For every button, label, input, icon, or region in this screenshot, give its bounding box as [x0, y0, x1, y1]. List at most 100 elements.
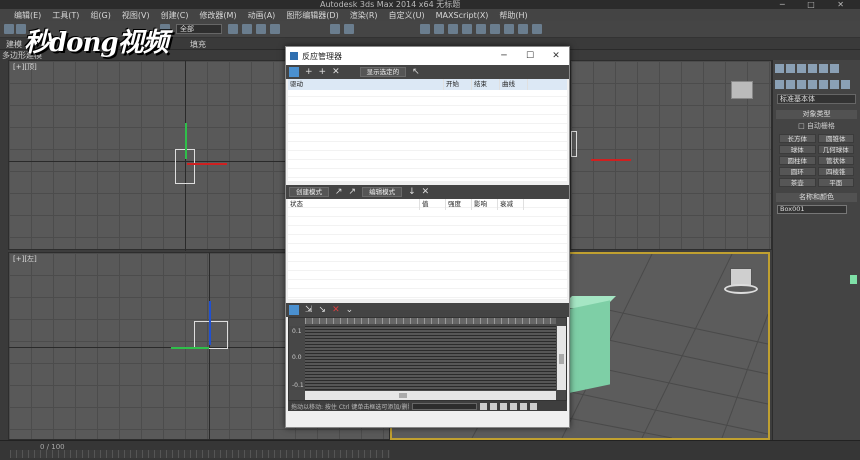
undo-icon[interactable] [4, 24, 14, 34]
curve-horizontal-scrollbar[interactable] [305, 391, 556, 400]
move-icon[interactable] [242, 24, 252, 34]
create-mode-button[interactable]: 创建模式 [289, 187, 329, 197]
systems-icon[interactable] [841, 80, 850, 89]
box-object-front[interactable] [571, 131, 577, 157]
menu-help[interactable]: 帮助(H) [499, 10, 527, 21]
menu-edit[interactable]: 编辑(E) [14, 10, 41, 21]
col-start[interactable]: 开始 [444, 79, 472, 90]
move-keys-icon[interactable] [289, 305, 299, 315]
select-icon[interactable] [228, 24, 238, 34]
x-axis-gizmo[interactable] [591, 159, 631, 161]
pyramid-button[interactable]: 四棱锥 [817, 167, 854, 176]
add-driver-icon[interactable]: + [305, 67, 313, 77]
tangent-icon[interactable]: ⌄ [346, 305, 354, 315]
curve-graph-area[interactable] [305, 326, 556, 390]
viewport-front[interactable] [570, 60, 772, 250]
x-axis-gizmo[interactable] [187, 163, 227, 165]
menu-group[interactable]: 组(G) [90, 10, 110, 21]
delete-icon[interactable]: ✕ [332, 67, 340, 77]
status-field-1[interactable] [412, 402, 477, 410]
layer-icon[interactable] [448, 24, 458, 34]
angle-snap-icon[interactable] [344, 24, 354, 34]
zoom-vertical-icon[interactable] [510, 402, 517, 410]
menu-graph-editors[interactable]: 图形编辑器(D) [286, 10, 338, 21]
cameras-icon[interactable] [808, 80, 817, 89]
torus-button[interactable]: 圆环 [779, 167, 816, 176]
cone-button[interactable]: 圆锥体 [817, 134, 854, 143]
menu-modifiers[interactable]: 修改器(M) [199, 10, 236, 21]
motion-tab-icon[interactable] [808, 64, 817, 73]
spacewarps-icon[interactable] [830, 80, 839, 89]
col-value[interactable]: 值 [420, 199, 446, 210]
append-state-icon[interactable]: ↗ [349, 187, 357, 197]
curve-vertical-scrollbar[interactable] [557, 326, 566, 390]
sphere-button[interactable]: 球体 [779, 145, 816, 154]
delete-state-icon[interactable]: ✕ [422, 187, 430, 197]
object-color-swatch[interactable] [850, 275, 857, 284]
add-driven-icon[interactable]: + [319, 67, 327, 77]
primitive-type-dropdown[interactable]: 标准基本体 [777, 94, 856, 104]
object-type-rollout[interactable]: 对象类型 [776, 110, 857, 119]
zoom-horizontal-icon[interactable] [500, 402, 507, 410]
viewcube-icon[interactable] [731, 81, 753, 99]
curve-editor-panel[interactable]: 0.1 0.0 -0.1 [288, 317, 567, 401]
tab-modeling[interactable]: 建模 [6, 39, 22, 50]
z-axis-gizmo[interactable] [209, 301, 211, 345]
pan-icon[interactable] [480, 402, 487, 410]
menu-animation[interactable]: 动画(A) [248, 10, 276, 21]
curve-editor-icon[interactable] [462, 24, 472, 34]
name-color-rollout[interactable]: 名称和颜色 [776, 193, 857, 202]
cylinder-button[interactable]: 圆柱体 [779, 156, 816, 165]
zoom-icon[interactable] [520, 402, 527, 410]
rotate-icon[interactable] [256, 24, 266, 34]
render-frame-icon[interactable] [518, 24, 528, 34]
zoom-extents-icon[interactable] [490, 402, 497, 410]
modify-tab-icon[interactable] [786, 64, 795, 73]
menu-rendering[interactable]: 渲染(R) [350, 10, 378, 21]
teapot-button[interactable]: 茶壶 [779, 178, 816, 187]
create-tab-icon[interactable] [775, 64, 784, 73]
create-state-icon[interactable]: ↗ [335, 187, 343, 197]
material-editor-icon[interactable] [490, 24, 500, 34]
minimize-icon[interactable]: ─ [491, 51, 517, 61]
col-influence[interactable]: 影响 [472, 199, 498, 210]
render-icon[interactable] [532, 24, 542, 34]
pick-cursor-icon[interactable]: ↖ [412, 67, 420, 77]
viewport-left-label[interactable]: [+][左] [13, 254, 37, 264]
geosphere-button[interactable]: 几何球体 [817, 145, 854, 154]
viewport-top-label[interactable]: [+][顶] [13, 62, 37, 72]
scroll-thumb[interactable] [399, 393, 407, 398]
y-axis-gizmo[interactable] [171, 347, 209, 349]
delete-key-icon[interactable]: ✕ [332, 305, 340, 315]
col-end[interactable]: 结束 [472, 79, 500, 90]
align-icon[interactable] [434, 24, 444, 34]
render-setup-icon[interactable] [504, 24, 514, 34]
edit-mode-button[interactable]: 编辑模式 [362, 187, 403, 197]
snap-icon[interactable] [330, 24, 340, 34]
menu-tools[interactable]: 工具(T) [52, 10, 79, 21]
schematic-icon[interactable] [476, 24, 486, 34]
menu-create[interactable]: 创建(C) [161, 10, 189, 21]
menu-customize[interactable]: 自定义(U) [389, 10, 425, 21]
col-curve[interactable]: 曲线 [500, 79, 528, 90]
y-axis-gizmo[interactable] [185, 123, 187, 159]
scale-icon[interactable] [270, 24, 280, 34]
maximize-icon[interactable]: ☐ [517, 51, 543, 61]
tab-populate[interactable]: 填充 [190, 39, 206, 50]
tube-button[interactable]: 管状体 [817, 156, 854, 165]
selection-filter-dropdown[interactable]: 全部 [176, 24, 222, 34]
window-controls[interactable]: ─ □ ✕ [780, 0, 854, 9]
mirror-icon[interactable] [420, 24, 430, 34]
insert-key-icon[interactable]: ↘ [319, 305, 327, 315]
green-box-object[interactable] [566, 300, 610, 394]
viewcube-ring-icon[interactable] [724, 284, 758, 294]
zoom-region-icon[interactable] [530, 402, 537, 410]
box-button[interactable]: 长方体 [779, 134, 816, 143]
col-driver[interactable]: 驱动 [288, 79, 444, 90]
scale-keys-icon[interactable]: ⇲ [305, 305, 313, 315]
helpers-icon[interactable] [819, 80, 828, 89]
add-selected-icon[interactable] [289, 67, 299, 77]
plane-button[interactable]: 平面 [817, 178, 854, 187]
utilities-tab-icon[interactable] [830, 64, 839, 73]
lights-icon[interactable] [797, 80, 806, 89]
